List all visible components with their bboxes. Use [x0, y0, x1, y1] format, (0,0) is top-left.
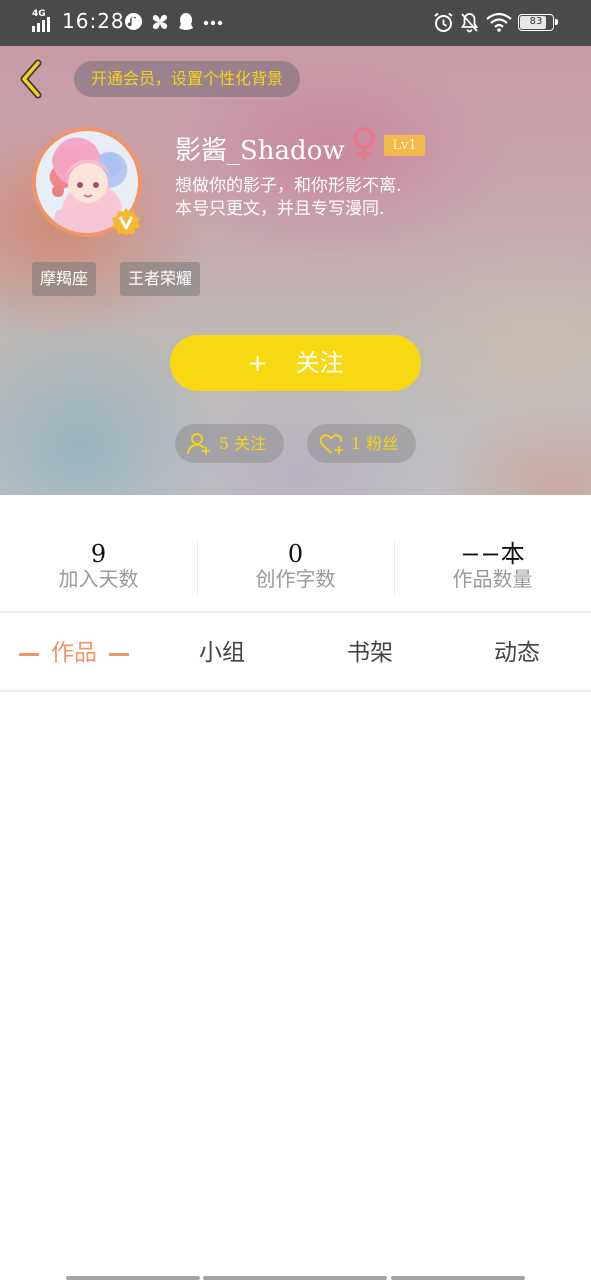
network-type: 4G — [32, 9, 46, 19]
music-app-icon — [124, 12, 143, 31]
wifi-icon — [486, 12, 512, 32]
stat-value: 9 — [90, 540, 107, 568]
divider — [0, 690, 591, 692]
tag-zodiac: 摩羯座 — [32, 262, 97, 296]
active-indicator — [19, 652, 39, 656]
signal-icon: 4G — [32, 9, 52, 35]
mute-bell-icon — [460, 13, 479, 33]
stat-value: −−本 — [460, 540, 525, 568]
stat-label: 作品数量 — [452, 567, 533, 591]
tab-label: 作品 — [51, 640, 97, 666]
battery-level: 83 — [529, 16, 543, 27]
stat-join-days: 9 加入天数 — [0, 541, 197, 591]
nav-indicator — [391, 1276, 525, 1280]
tab-works[interactable]: 作品 — [0, 638, 148, 668]
tab-groups[interactable]: 小组 — [148, 638, 296, 668]
female-gender-icon — [353, 127, 375, 160]
vip-background-button[interactable]: 开通会员，设置个性化背景 — [74, 61, 301, 97]
follow-button-label: 关注 — [295, 349, 344, 377]
verified-v-icon — [112, 208, 140, 236]
tab-activity[interactable]: 动态 — [443, 638, 591, 668]
heart-plus-icon — [319, 434, 343, 454]
stats-row: 9 加入天数 0 创作字数 −−本 作品数量 — [0, 495, 591, 612]
stat-value: 0 — [287, 540, 304, 568]
stat-label: 加入天数 — [58, 567, 139, 591]
fans-count: 1 粉丝 — [351, 434, 399, 453]
tag-game: 王者荣耀 — [120, 262, 201, 296]
tab-bookshelf[interactable]: 书架 — [296, 638, 444, 668]
plus-icon: + — [247, 349, 268, 377]
username: 影酱_Shadow — [175, 136, 345, 166]
profile-header: 开通会员，设置个性化背景 影酱_Shadow Lv1 想做你的影子，和你形影不离… — [0, 46, 591, 495]
user-plus-icon — [187, 433, 210, 455]
pinwheel-app-icon — [152, 14, 168, 30]
active-indicator — [109, 652, 129, 656]
stat-word-count: 0 创作字数 — [197, 541, 394, 591]
following-button[interactable]: 5 关注 — [175, 424, 284, 463]
battery-icon: 83 — [518, 14, 558, 31]
follow-button[interactable]: + 关注 — [170, 335, 421, 391]
level-badge: Lv1 — [384, 135, 425, 156]
nav-indicator — [66, 1276, 200, 1280]
nav-indicator — [203, 1276, 387, 1280]
divider — [0, 611, 591, 613]
qq-icon — [179, 13, 193, 30]
following-count: 5 关注 — [219, 434, 267, 453]
more-icon — [203, 20, 223, 26]
back-icon[interactable] — [14, 58, 48, 100]
status-bar: 4G 16:28 83 — [0, 0, 591, 46]
user-bio: 想做你的影子，和你形影不离. 本号只更文，并且专写漫同. — [175, 176, 402, 219]
stat-works-count: −−本 作品数量 — [394, 541, 591, 591]
alarm-icon — [434, 12, 453, 32]
fans-button[interactable]: 1 粉丝 — [307, 424, 416, 463]
status-time: 16:28 — [62, 9, 125, 33]
stat-label: 创作字数 — [255, 567, 336, 591]
